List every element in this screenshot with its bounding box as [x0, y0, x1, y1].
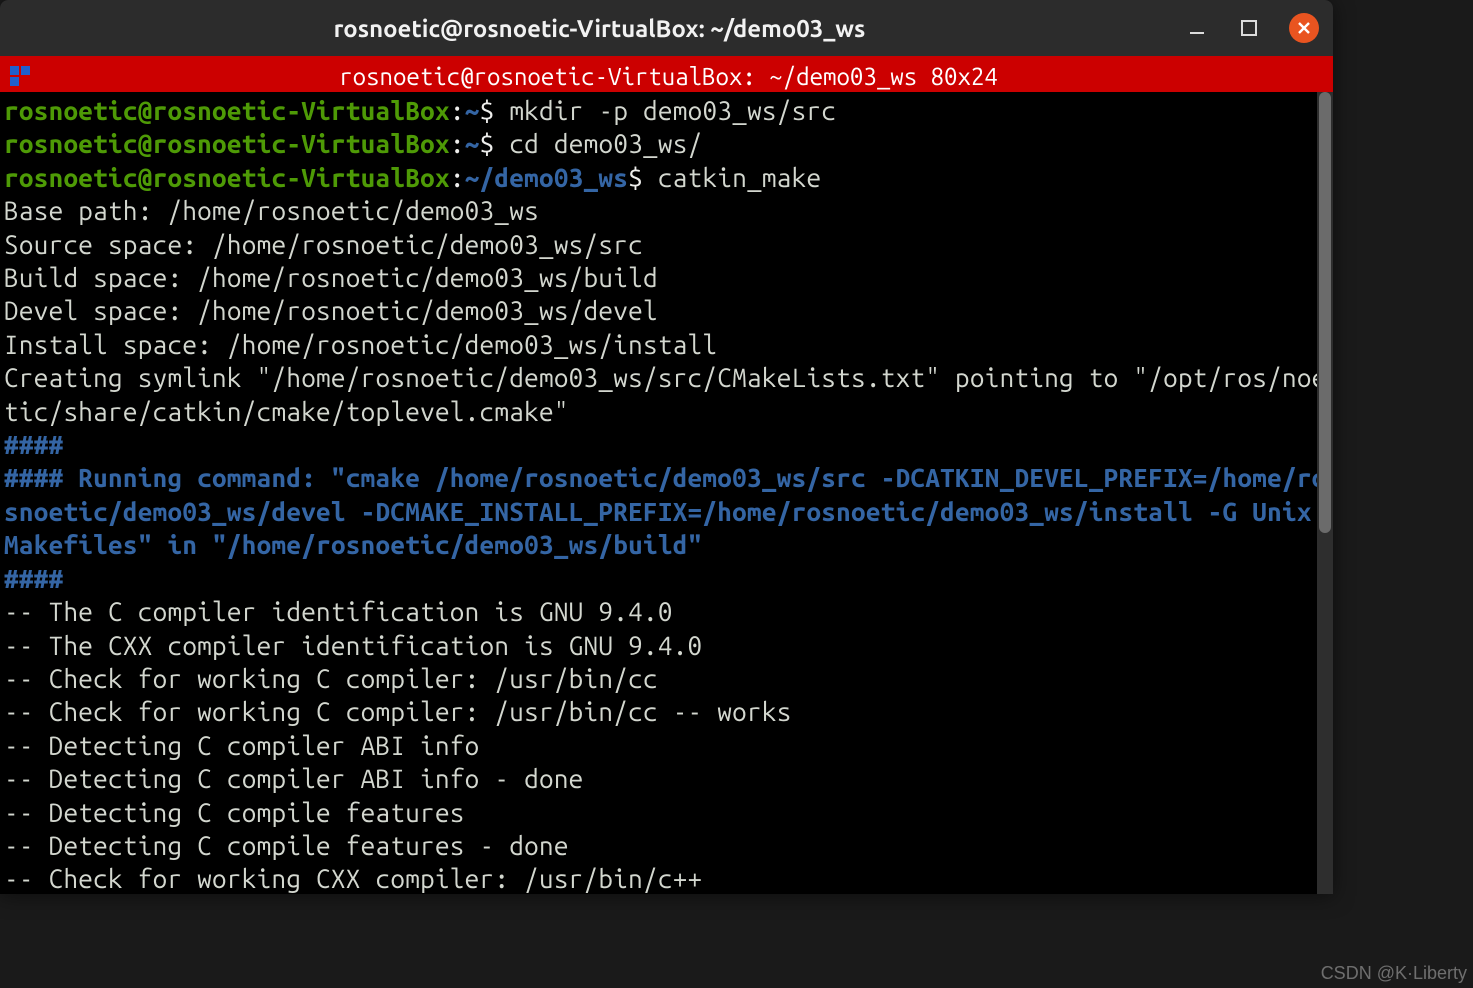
- output-line: -- Detecting C compiler ABI info - done: [4, 764, 584, 793]
- maximize-icon[interactable]: [1237, 16, 1261, 40]
- prompt-colon: :: [450, 163, 465, 192]
- prompt-sigil: $: [480, 96, 495, 125]
- prompt-cwd-home: ~: [465, 129, 480, 158]
- prompt-userhost: rosnoetic@rosnoetic-VirtualBox: [4, 129, 450, 158]
- output-line: Build space: /home/rosnoetic/demo03_ws/b…: [4, 263, 658, 292]
- window-titlebar: rosnoetic@rosnoetic-VirtualBox: ~/demo03…: [0, 0, 1333, 56]
- command-text: cd demo03_ws/: [509, 129, 702, 158]
- window-controls: [1185, 13, 1319, 43]
- output-running-prefix: #### Running command:: [4, 463, 331, 492]
- terminal-output[interactable]: rosnoetic@rosnoetic-VirtualBox:~$ mkdir …: [0, 92, 1333, 894]
- output-line: -- The C compiler identification is GNU …: [4, 597, 673, 626]
- output-line: Source space: /home/rosnoetic/demo03_ws/…: [4, 230, 643, 259]
- output-hash: ####: [4, 564, 63, 593]
- prompt-userhost: rosnoetic@rosnoetic-VirtualBox: [4, 163, 450, 192]
- output-line: -- Check for working C compiler: /usr/bi…: [4, 664, 658, 693]
- output-line: Install space: /home/rosnoetic/demo03_ws…: [4, 330, 717, 359]
- output-line: -- Detecting C compile features - done: [4, 831, 569, 860]
- output-line: -- The CXX compiler identification is GN…: [4, 631, 702, 660]
- prompt-colon: :: [450, 96, 465, 125]
- terminal-tab-title: rosnoetic@rosnoetic-VirtualBox: ~/demo03…: [4, 63, 1333, 90]
- prompt-userhost: rosnoetic@rosnoetic-VirtualBox: [4, 96, 450, 125]
- output-running-dir: "/home/rosnoetic/demo03_ws/build": [212, 530, 702, 559]
- window-title: rosnoetic@rosnoetic-VirtualBox: ~/demo03…: [14, 15, 1185, 42]
- command-text: catkin_make: [658, 163, 821, 192]
- output-line: Creating symlink "/home/rosnoetic/demo03…: [4, 363, 1327, 425]
- watermark: CSDN @K·Liberty: [1321, 963, 1467, 984]
- output-line: -- Check for working C compiler: /usr/bi…: [4, 697, 792, 726]
- scrollbar[interactable]: [1317, 92, 1333, 894]
- prompt-sigil: $: [480, 129, 495, 158]
- scrollbar-thumb[interactable]: [1319, 92, 1331, 533]
- prompt-sigil: $: [628, 163, 643, 192]
- output-line: -- Detecting C compile features: [4, 798, 465, 827]
- command-text: mkdir -p demo03_ws/src: [509, 96, 836, 125]
- close-icon[interactable]: [1289, 13, 1319, 43]
- output-line: Base path: /home/rosnoetic/demo03_ws: [4, 196, 539, 225]
- prompt-cwd-home: ~: [465, 96, 480, 125]
- prompt-colon: :: [450, 129, 465, 158]
- prompt-cwd: ~/demo03_ws: [465, 163, 628, 192]
- output-line: -- Check for working CXX compiler: /usr/…: [4, 864, 702, 893]
- terminal-tabbar: rosnoetic@rosnoetic-VirtualBox: ~/demo03…: [0, 56, 1333, 92]
- minimize-icon[interactable]: [1185, 16, 1209, 40]
- output-hash: ####: [4, 430, 63, 459]
- terminal-window: rosnoetic@rosnoetic-VirtualBox: ~/demo03…: [0, 0, 1333, 894]
- terminal-area[interactable]: rosnoetic@rosnoetic-VirtualBox:~$ mkdir …: [0, 92, 1333, 894]
- output-line: -- Detecting C compiler ABI info: [4, 731, 480, 760]
- output-line: Devel space: /home/rosnoetic/demo03_ws/d…: [4, 296, 658, 325]
- output-running-in: in: [153, 530, 212, 559]
